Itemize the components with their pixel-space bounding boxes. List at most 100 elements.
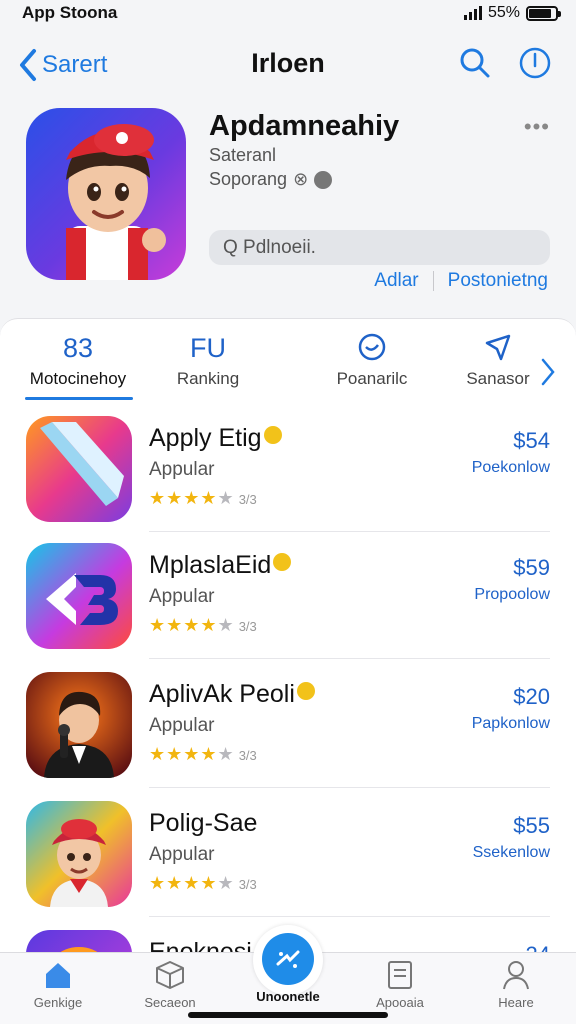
link-divider [432,271,434,291]
rating-stars: ★★★★★ 3/3 [149,873,257,893]
content-card: 83 Motocinehoy FU Ranking Poanarilc Sana… [0,318,576,1024]
status-carrier: App Stoona [22,3,118,22]
search-icon[interactable] [458,46,492,80]
tabbar-item-1[interactable]: Secaeon [120,957,220,1010]
app-name: Apply Etig [149,424,282,453]
search-placeholder: Q Pdlnoeii. [223,236,316,258]
tab-2[interactable]: Poanarilc [312,329,432,389]
cartoon-boy-icon [26,801,132,907]
app-category: Appular [149,586,215,607]
link-left[interactable]: Adlar [374,270,418,292]
tab-underline [25,397,133,400]
segment-tabs: 83 Motocinehoy FU Ranking Poanarilc Sana… [0,329,576,404]
badge-icon [296,682,315,700]
row-divider [149,787,550,788]
app-developer[interactable]: Soporang ⊗ [209,169,333,190]
badge-icon [263,426,282,444]
app-category: Appular [149,715,215,736]
battery-icon [526,5,561,21]
status-right: 55% [463,4,561,22]
tab-value: FU [190,332,226,363]
tabbar-label: Secaeon [144,995,196,1010]
rating-stars: ★★★★★ 3/3 [149,744,257,764]
nav-actions [458,46,552,80]
document-icon [350,957,450,993]
header-links: Adlar Postonietng [374,270,548,292]
list-item[interactable]: Apply Etig Appular ★★★★★ 3/3 $54 Poekonlo… [0,404,576,532]
tabbar-item-2[interactable]: Unoonetle [238,987,338,1004]
badge-icon [273,553,292,571]
tab-value: 83 [62,332,94,363]
tabbar-label: Heare [498,995,534,1010]
row-divider [149,658,550,659]
app-action[interactable]: Ssekenlow [473,844,550,862]
chevron-right-icon[interactable] [540,357,556,387]
tab-1[interactable]: FU Ranking [148,329,268,389]
arrow-logo-icon [26,543,132,649]
list-item[interactable]: MplaslaEid Appular ★★★★★ 3/3 $59 Propoolo… [0,531,576,659]
app-title: Apdamneahiy [209,110,400,142]
back-button[interactable]: Sarert [18,48,107,82]
app-name: Polig-Sae [149,809,257,838]
app-action[interactable]: Papkonlow [472,715,550,733]
rating-count: 3/3 [238,748,257,763]
app-category: Appular [149,844,215,865]
app-name: MplaslaEid [149,551,292,580]
app-action[interactable]: Poekonlow [472,459,550,477]
app-name-text: Apply Etig [149,424,262,452]
info-icon[interactable] [518,46,552,80]
app-category: Appular [149,459,215,480]
rating-count: 3/3 [238,877,257,892]
app-name: AplivAk Peoli [149,680,315,709]
app-header: Apdamneahiy ••• Sateranl Soporang ⊗ Q Pd… [26,108,556,308]
list-item[interactable]: Polig-Sae Appular ★★★★★ 3/3 $55 Ssekenlow [0,789,576,917]
app-subtitle: Sateranl [209,145,277,165]
tabbar-item-4[interactable]: Heare [466,957,566,1010]
cartoon-boy-icon [66,124,166,280]
avatar-icon [314,170,333,189]
tab-bar: Genkige Secaeon Unoonetle Apooaia Heare [0,925,576,1024]
app-name-text: Polig-Sae [149,809,258,837]
app-price[interactable]: $54 [513,428,550,454]
battery-percent: 55% [487,4,520,21]
person-mic-icon [26,672,132,778]
compass-icon[interactable] [262,933,314,985]
pencil-icon [26,416,132,522]
chevron-left-icon [20,49,36,81]
tab-0[interactable]: 83 Motocinehoy [18,329,138,389]
search-input[interactable]: Q Pdlnoeii. [209,230,550,265]
chat-bubble-icon [312,329,432,367]
box-icon [120,957,220,993]
tabbar-label: Genkige [33,995,83,1010]
rating-stars: ★★★★★ 3/3 [149,615,257,635]
home-icon [8,957,108,993]
person-icon [466,957,566,993]
tab-label: Ranking [176,369,240,388]
tabbar-item-3[interactable]: Apooaia [350,957,450,1010]
tab-label: Poanarilc [336,369,408,388]
status-bar: App Stoona 55% [0,0,576,26]
app-price[interactable]: $55 [513,813,550,839]
back-label: Sarert [42,51,108,78]
link-right[interactable]: Postonietng [448,270,548,292]
tab-label: Motocinehoy [29,369,127,388]
share-icon: ⊗ [293,169,309,189]
signal-icon [463,6,482,20]
more-icon[interactable]: ••• [524,114,550,140]
rating-stars: ★★★★★ 3/3 [149,488,257,508]
tabbar-label: Unoonetle [256,989,320,1004]
list-item[interactable]: AplivAk Peoli Appular ★★★★★ 3/3 $20 Papko… [0,660,576,788]
home-indicator [188,1012,388,1018]
app-price[interactable]: $20 [513,684,550,710]
app-icon [26,108,186,280]
app-action[interactable]: Propoolow [474,586,550,604]
tabbar-item-0[interactable]: Genkige [8,957,108,1010]
app-name-text: MplaslaEid [149,551,272,579]
row-divider [149,916,550,917]
app-name-text: AplivAk Peoli [149,680,295,708]
tabbar-label: Apooaia [376,995,424,1010]
developer-name: Soporang [209,169,288,189]
nav-bar: Sarert Irloen [0,40,576,90]
rating-count: 3/3 [238,492,257,507]
app-price[interactable]: $59 [513,555,550,581]
